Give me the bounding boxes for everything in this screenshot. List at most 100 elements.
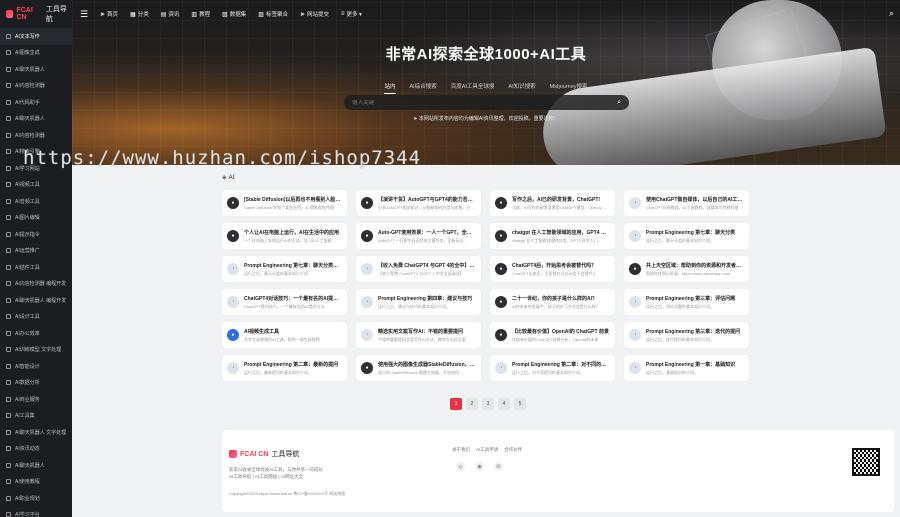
top-nav-item[interactable]: ▨ 标签聚合	[258, 10, 288, 19]
page-button[interactable]: 5	[514, 398, 526, 410]
footer-link[interactable]: 合作伙伴	[504, 447, 522, 453]
footer-link[interactable]: 关于我们	[452, 447, 470, 453]
sidebar-item[interactable]: AI图像生成	[0, 45, 72, 62]
sidebar-item[interactable]: AI内容检测器 编程开发	[0, 276, 72, 293]
top-nav-item[interactable]: ▦ 分类	[130, 10, 149, 19]
sidebar-item[interactable]: AI聊天机器人	[0, 111, 72, 128]
mail-icon[interactable]: ✉	[494, 462, 503, 471]
search-icon[interactable]: ⌕	[617, 99, 621, 107]
top-nav-item[interactable]: ▧ 数据集	[222, 10, 246, 19]
page-button[interactable]: 4	[498, 398, 510, 410]
article-desc: Stable Diffusion 学到了某些东西，AI 就能帮你作图	[244, 204, 334, 210]
sidebar-item[interactable]: AI设计工具	[0, 309, 72, 326]
top-nav-item[interactable]: ➤ 网站提交	[300, 10, 329, 19]
top-nav-item[interactable]: ▤ 资讯	[161, 10, 180, 19]
more-icon: ≡	[341, 11, 345, 17]
sidebar-item[interactable]: AI智能设计	[0, 358, 72, 375]
category-icon	[6, 446, 11, 452]
article-card[interactable]: ● 共上天空区域：帮助到你的资源和开发者的工具 帮助你找到AI资源，https://…	[624, 256, 749, 282]
page-button[interactable]: 1	[450, 398, 462, 410]
sidebar-item[interactable]: AI运营推广	[0, 243, 72, 260]
search-tab[interactable]: AI综合搜索	[410, 82, 437, 94]
sidebar-item[interactable]: AI代码助手	[0, 94, 72, 111]
article-card[interactable]: ● 使用强大的图像生成器StableDiffusion，开启创作强大的 Stabl…	[356, 355, 481, 381]
article-thumbnail-icon: ●	[361, 230, 373, 242]
sidebar-item[interactable]: AI使用教程	[0, 474, 72, 491]
sidebar-item[interactable]: AI训练模型 文字处理	[0, 342, 72, 359]
category-icon	[6, 50, 11, 56]
article-card[interactable]: ● chatgpt 在人工智能领域的应用，GPT4 算法入门chatgpt 在人工…	[490, 223, 615, 249]
article-card[interactable]: ● Auto-GPT使用效果：一人一个GPT，全新玩法 AutoGPT 一行命令自动…	[356, 223, 481, 249]
menu-icon[interactable]: ☰	[80, 9, 100, 20]
article-text: [Stable Diffusion]以后再也不用看别人脸色了 Stable Dif…	[244, 196, 342, 211]
sidebar-item[interactable]: AI学习平台	[0, 507, 72, 517]
article-card[interactable]: ◔ Prompt Engineering 第二章：对不同的提问 运行之后，对不同提问…	[490, 355, 615, 381]
article-card[interactable]: ● AI视频生成工具 文字生成视频的AI工具，帮你一键生成视频	[222, 322, 347, 348]
article-card[interactable]: ◔ Prompt Engineering 第一章：基础知识 运行之后，基础知识的介绍…	[624, 355, 749, 381]
wechat-icon[interactable]: ◉	[475, 462, 484, 471]
qq-icon[interactable]: ◎	[456, 462, 465, 471]
article-card[interactable]: ◔ Prompt Engineering 第二章：最新的提问 运行之后，最新提问的基…	[222, 355, 347, 381]
article-card[interactable]: ◔ ChatGPT4对话技巧：一个最有名的AI提问方法 ChatGPT提问技巧，一个…	[222, 289, 347, 315]
article-thumbnail-icon: ●	[495, 329, 507, 341]
page-button[interactable]: 2	[466, 398, 478, 410]
article-card[interactable]: ◔ Prompt Engineering 第三章：迭代的提问 运行之后，迭代提问的基…	[624, 322, 749, 348]
article-card[interactable]: ● 个人让AI在电脑上运行，AI在生活中的应用 一个在电脑上本地运行AI的方法，学习…	[222, 223, 347, 249]
search-tab[interactable]: 百度AI工具全球搜	[451, 82, 495, 94]
top-search-icon[interactable]: ⌕	[889, 8, 894, 19]
top-nav-item[interactable]: ➤ 首页	[100, 10, 118, 19]
footer-logo[interactable]: FCAI CN 工具导航	[229, 449, 299, 459]
top-nav-item[interactable]: ≡ 更多 ▾	[341, 10, 362, 18]
top-nav-label: 教程	[199, 12, 211, 18]
page-button[interactable]: 3	[482, 398, 494, 410]
sidebar-item[interactable]: AI办公效率	[0, 325, 72, 342]
sidebar-item[interactable]: AI聊天机器人 编程开发	[0, 292, 72, 309]
search-tab[interactable]: Midjourney搜索	[550, 82, 588, 94]
article-card[interactable]: ● [Stable Diffusion]以后再也不用看别人脸色了 Stable Di…	[222, 190, 347, 216]
top-nav-item[interactable]: ▥ 教程	[191, 10, 211, 19]
sidebar-item[interactable]: AI文本写作	[0, 28, 72, 45]
article-thumbnail-icon: ◔	[227, 296, 239, 308]
sidebar-item[interactable]: AI商业服务	[0, 391, 72, 408]
sidebar-item[interactable]: AI插件工具	[0, 259, 72, 276]
article-card[interactable]: ● ChatGPT4后，开始思考会被替代吗？ ChatGPT出来后，大家都在讨论AI…	[490, 256, 615, 282]
article-card[interactable]: ● 二十一世纪，你的孩子是什么样的AI？ AI在未来的发展中，孩子的学习方式会是什么…	[490, 289, 615, 315]
article-thumbnail-icon: ●	[227, 230, 239, 242]
sidebar-item[interactable]: AI内容检测器	[0, 78, 72, 95]
footer-logo-fcai: FCAI CN	[240, 450, 269, 458]
article-card[interactable]: ◔ 精选实用文案写作AI：不错的重要提问 不错的重要提问文案写作AI方法，教你写出好…	[356, 322, 481, 348]
category-icon	[6, 149, 11, 155]
sidebar-item-label: AI文本写作	[15, 33, 40, 40]
article-card[interactable]: ◔ 使用ChatGPT做自媒体，以后自己的AI工具教程 ChatGPT问答教程，AI…	[624, 190, 749, 216]
article-card[interactable]: ◔ Prompt Engineering 第七章：聊天分类 运行之后，聊天分类的基本…	[624, 223, 749, 249]
sidebar-item[interactable]: AI聊天机器人	[0, 61, 72, 78]
article-card[interactable]: ◔ Prompt Engineering 第四章：建议与技巧 运行之后，建议与技巧的…	[356, 289, 481, 315]
article-card[interactable]: ● 【演讲干货】AutoGPT与GPT4的能力吾可及 分享AutoGPT相关知识，A…	[356, 190, 481, 216]
footer-link[interactable]: AI工具申请	[476, 447, 498, 453]
sidebar-item[interactable]: AI音频工具	[0, 193, 72, 210]
sidebar-item[interactable]: AI内容检测器	[0, 127, 72, 144]
sidebar-item[interactable]: AI工具集	[0, 408, 72, 425]
sidebar-item[interactable]: AI数据分析	[0, 375, 72, 392]
article-card[interactable]: ● 【比较最有价值】OpenAI的 ChatGPT 前景 比较有价值的ChatGPT…	[490, 322, 615, 348]
hero-search-input[interactable]	[352, 99, 618, 106]
sidebar-item[interactable]: AI资讯动态	[0, 441, 72, 458]
sidebar-item[interactable]: AI提示指令	[0, 226, 72, 243]
search-tab[interactable]: 站内	[384, 82, 396, 94]
sidebar-item[interactable]: AI聊天机器人	[0, 457, 72, 474]
article-card[interactable]: ◔ Prompt Engineering 第三章：评估问题 运行之后，评估问题的基本…	[624, 289, 749, 315]
article-card[interactable]: ◔ 【收入免费 ChatGPT4 与GPT 4的全中】中文 【收入免费 ChatGP…	[356, 256, 481, 282]
article-card[interactable]: ◔ Prompt Engineering 第七章：聊天分类的方法 运行之后，聊天分类…	[222, 256, 347, 282]
article-card[interactable]: ● 写作之后，AI已的研发背景，ChatGPT! 当前，AI写作的研发背景是Chat…	[490, 190, 615, 216]
category-icon	[6, 83, 11, 89]
category-icon	[6, 264, 11, 270]
sidebar-item-label: AI智能设计	[15, 363, 40, 370]
sidebar-item[interactable]: AI视频工具	[0, 177, 72, 194]
sidebar-item[interactable]: AI聊天机器人 文字处理	[0, 424, 72, 441]
sidebar-logo[interactable]: FCAI CN 工具导航	[0, 0, 72, 28]
search-tab[interactable]: AI知识搜索	[508, 82, 535, 94]
sidebar-item-label: AI代码助手	[15, 99, 40, 106]
sidebar-item[interactable]: AI职业规划	[0, 490, 72, 507]
category-icon	[6, 198, 11, 204]
sidebar-item[interactable]: AI图片编辑	[0, 210, 72, 227]
